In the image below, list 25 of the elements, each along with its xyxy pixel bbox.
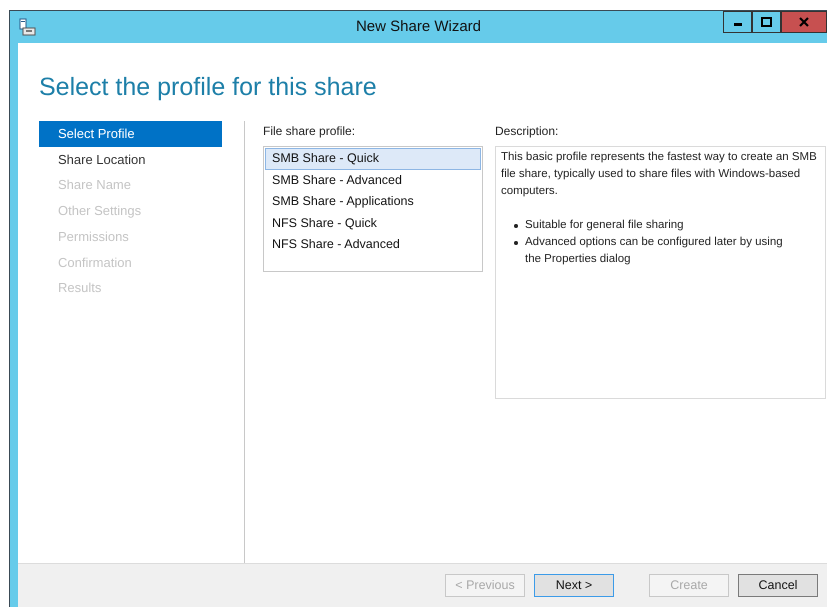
bullet-text: Advanced options can be configured later by using the Properties dialog — [525, 235, 784, 267]
wizard-button[interactable]: Next > — [534, 574, 614, 597]
close-icon — [799, 17, 809, 27]
bullet-icon — [514, 241, 518, 245]
maximize-icon — [761, 17, 772, 27]
profile-item[interactable]: SMB Share - Advanced — [265, 170, 481, 191]
profile-item[interactable]: NFS Share - Quick — [265, 212, 481, 234]
wizard-step[interactable]: Select Profile — [39, 121, 222, 147]
profile-item[interactable]: NFS Share - Advanced — [265, 234, 481, 256]
description-text: This basic profile represents the fastest way to create an SMB file share, typically used to share files with Windows-based computers. — [501, 150, 818, 199]
wizard-button[interactable]: Cancel — [738, 574, 818, 597]
bullet-text: Suitable for general file sharing — [525, 218, 684, 233]
page-heading: Select the profile for this share — [39, 72, 378, 103]
minimize-button[interactable] — [723, 11, 752, 33]
window-title: New Share Wizard — [356, 16, 482, 37]
share-folder-icon — [18, 18, 36, 36]
profile-item[interactable]: SMB Share - Quick — [265, 148, 481, 170]
field-label: Description: — [495, 123, 560, 140]
field-label: File share profile: — [263, 123, 356, 140]
wizard-step[interactable]: Share Location — [39, 146, 222, 172]
bullet-icon — [514, 224, 518, 228]
profile-list[interactable]: SMB Share - Quick SMB Share - Advanced SMB Share - Applications NFS Share - Quick NFS Share - Advanced — [263, 146, 483, 272]
maximize-button[interactable] — [752, 11, 781, 33]
close-button[interactable] — [781, 11, 827, 33]
profile-item[interactable]: SMB Share - Applications — [265, 191, 481, 212]
